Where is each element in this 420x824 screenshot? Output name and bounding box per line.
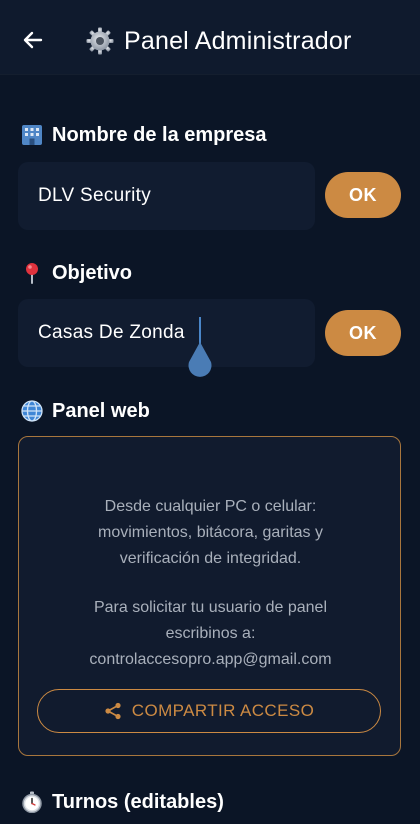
description-line: Desde cualquier PC o celular: [104,498,317,515]
shifts-section-heading: Turnos (editables) [20,788,224,816]
globe-icon [20,399,44,423]
company-name-field[interactable] [18,162,315,230]
page-title: Panel Administrador [124,26,352,55]
request-line: escribinos a: [165,625,256,642]
contact-email: controlaccesopro.app@gmail.com [89,651,332,668]
web-panel-heading-label: Panel web [52,399,150,422]
web-panel-section-heading: Panel web [20,397,150,425]
share-access-label: COMPARTIR ACCESO [131,701,315,720]
company-name-input[interactable] [38,185,298,207]
company-ok-button[interactable]: OK [325,172,401,218]
web-panel-card: Desde cualquier PC o celular: movimiento… [18,436,401,756]
app-bar-title-group: Panel Administrador [84,22,352,60]
app-bar: Panel Administrador [0,0,420,74]
request-line: Para solicitar tu usuario de panel [93,599,328,616]
arrow-left-icon [23,31,43,49]
objective-section-heading: Objetivo [20,259,132,287]
objective-field[interactable] [18,299,315,367]
description-line: verificación de integridad. [119,550,302,567]
company-heading-label: Nombre de la empresa [52,123,267,146]
stopwatch-icon [20,790,44,814]
back-button[interactable] [14,21,52,59]
pin-icon [20,261,44,285]
objective-heading-label: Objetivo [52,261,133,284]
web-panel-description: Desde cualquier PC o celular: movimiento… [19,494,402,572]
share-icon [104,702,122,720]
company-section-heading: Nombre de la empresa [20,121,267,149]
share-access-button[interactable]: COMPARTIR ACCESO [37,689,381,733]
office-building-icon [20,123,44,147]
description-line: movimientos, bitácora, garitas y [98,524,323,541]
shifts-heading-label: Turnos (editables) [52,790,224,813]
objective-ok-button[interactable]: OK [325,310,401,356]
web-panel-request-info: Para solicitar tu usuario de panel escri… [19,595,402,673]
gear-icon [84,25,116,57]
text-selection-handle[interactable] [187,340,213,380]
objective-input[interactable] [38,322,298,344]
